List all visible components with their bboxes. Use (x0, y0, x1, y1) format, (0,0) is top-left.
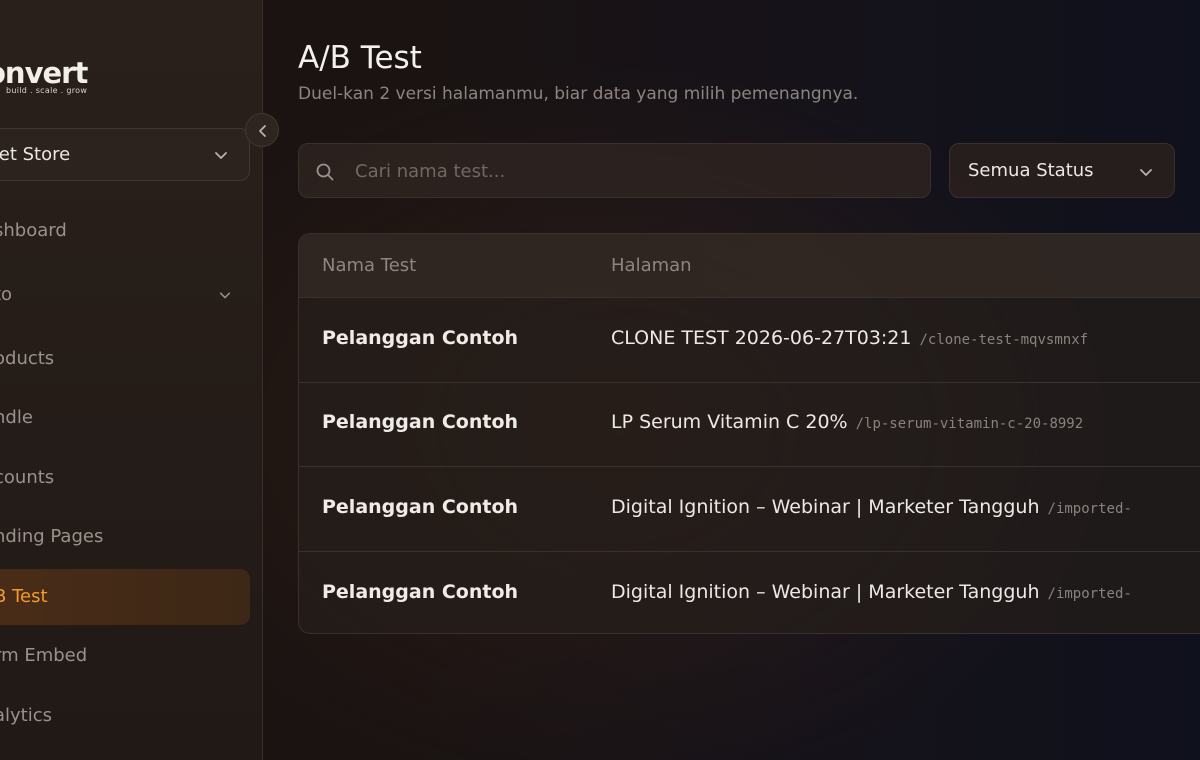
page-slug: /imported- (1047, 586, 1132, 602)
status-filter-value: Semua Status (968, 160, 1094, 181)
search-input[interactable] (355, 156, 915, 186)
chevron-left-icon (259, 125, 266, 137)
test-name: Pelanggan Contoh (322, 581, 519, 603)
store-selector[interactable]: ket Store (0, 128, 250, 181)
test-name: Pelanggan Contoh (322, 411, 519, 433)
sidebar-item-label: shboard (0, 220, 67, 241)
chevron-down-icon (218, 287, 232, 306)
search-icon (316, 163, 334, 181)
sidebar-item-label: B Test (0, 586, 48, 607)
table-row[interactable]: Pelanggan Contoh LP Serum Vitamin C 20% /… (299, 382, 1200, 467)
sidebar-item-discounts[interactable]: counts (0, 450, 250, 506)
logo-tagline: build . scale . grow (6, 86, 88, 95)
column-header-page[interactable]: Halaman (611, 255, 692, 276)
sidebar-item-dashboard[interactable]: shboard (0, 203, 250, 259)
sidebar-item-ab-test[interactable]: B Test (0, 569, 250, 625)
sidebar-item-landing-pages[interactable]: nding Pages (0, 509, 250, 565)
table-header: Nama Test Halaman (299, 234, 1200, 298)
column-header-name[interactable]: Nama Test (322, 255, 416, 276)
sidebar-item-label: rm Embed (0, 645, 88, 666)
sidebar-item-label: counts (0, 467, 55, 488)
page-title: A/B Test (298, 40, 422, 76)
sidebar-item-auto[interactable]: to (0, 267, 250, 323)
table-row[interactable]: Pelanggan Contoh Digital Ignition – Webi… (299, 552, 1200, 633)
ab-test-table: Nama Test Halaman Pelanggan Contoh CLONE… (298, 233, 1200, 634)
test-page: CLONE TEST 2026-06-27T03:21/clone-test-m… (611, 327, 1088, 349)
sidebar-item-form-embed[interactable]: rm Embed (0, 628, 250, 684)
sidebar-item-bundle[interactable]: ndle (0, 390, 250, 446)
brand-logo[interactable]: onvert build . scale . grow (0, 56, 106, 100)
page-slug: /clone-test-mqvsmnxf (919, 332, 1089, 348)
collapse-sidebar-button[interactable] (245, 113, 279, 147)
logo-wordmark: onvert (0, 56, 88, 90)
sidebar-item-analytics[interactable]: alytics (0, 688, 250, 744)
page-slug: /imported- (1047, 501, 1132, 517)
test-name: Pelanggan Contoh (322, 496, 519, 518)
test-page: Digital Ignition – Webinar | Marketer Ta… (611, 581, 1132, 603)
chevron-down-icon (213, 147, 229, 163)
sidebar-item-label: alytics (0, 705, 53, 726)
sidebar: onvert build . scale . grow ket Store sh… (0, 0, 263, 760)
sidebar-item-label: oducts (0, 348, 55, 369)
page-title-text: Digital Ignition – Webinar | Marketer Ta… (611, 496, 1040, 518)
page-title-text: CLONE TEST 2026-06-27T03:21 (611, 327, 912, 349)
page-title-text: Digital Ignition – Webinar | Marketer Ta… (611, 581, 1040, 603)
sidebar-item-label: to (0, 284, 13, 305)
table-row[interactable]: Pelanggan Contoh Digital Ignition – Webi… (299, 467, 1200, 552)
chevron-down-icon (1138, 164, 1154, 184)
test-page: LP Serum Vitamin C 20% /lp-serum-vitamin-… (611, 411, 1083, 433)
test-page: Digital Ignition – Webinar | Marketer Ta… (611, 496, 1132, 518)
store-name: ket Store (0, 144, 71, 165)
status-filter-select[interactable]: Semua Status (949, 143, 1175, 198)
page-title-text: LP Serum Vitamin C 20% (611, 411, 848, 433)
sidebar-item-label: ndle (0, 407, 33, 428)
test-name: Pelanggan Contoh (322, 327, 519, 349)
page-slug: /lp-serum-vitamin-c-20-8992 (855, 416, 1084, 432)
table-row[interactable]: Pelanggan Contoh CLONE TEST 2026-06-27T0… (299, 298, 1200, 383)
search-box (298, 143, 931, 198)
page-subtitle: Duel-kan 2 versi halamanmu, biar data ya… (298, 84, 859, 104)
sidebar-item-label: nding Pages (0, 526, 104, 547)
sidebar-item-products[interactable]: oducts (0, 331, 250, 387)
